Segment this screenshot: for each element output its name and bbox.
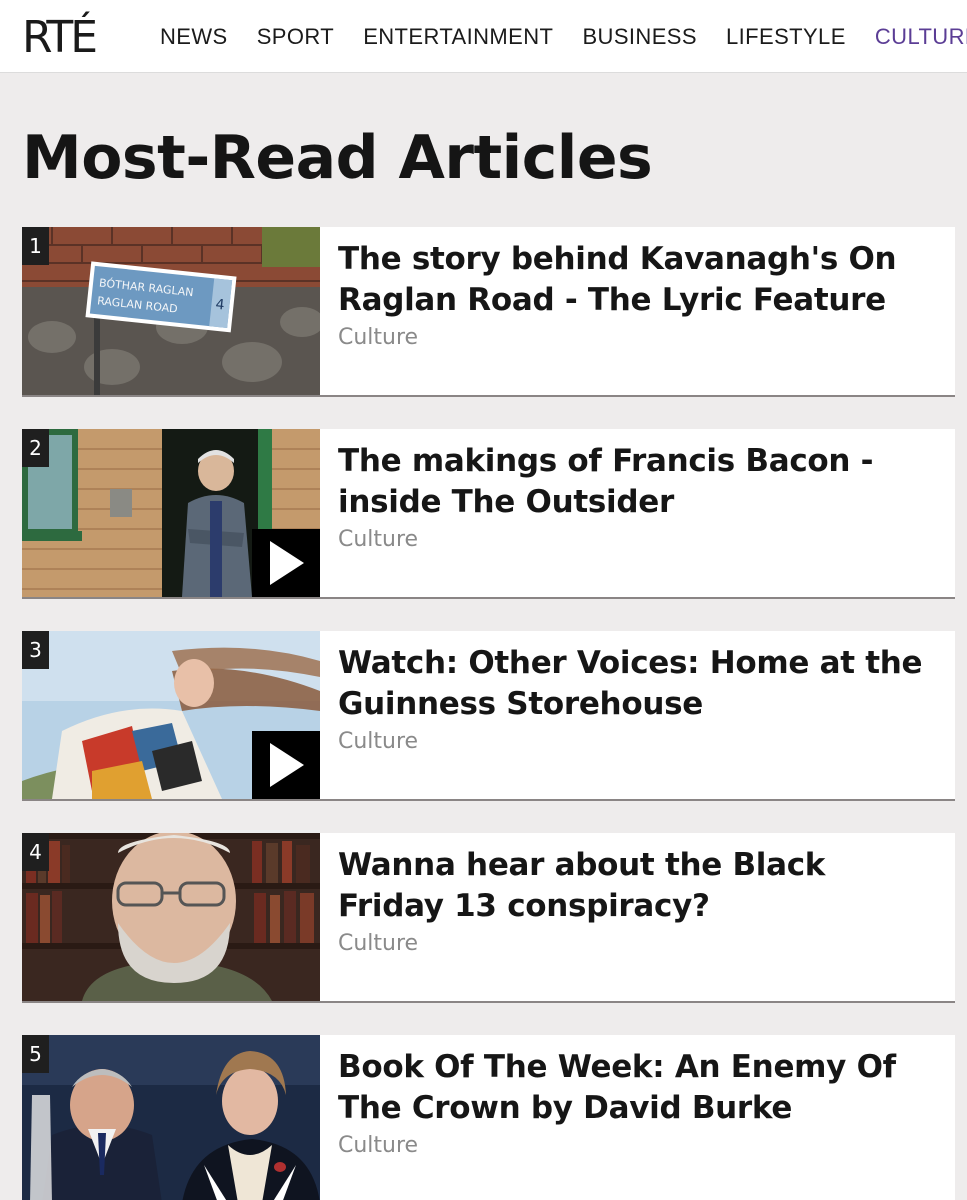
main-nav: NEWS SPORT ENTERTAINMENT BUSINESS LIFEST…: [160, 0, 967, 72]
svg-text:4: 4: [215, 297, 226, 314]
bearded-man-bookshelf-image: [22, 833, 320, 1001]
article-card-1[interactable]: BÓTHAR RAGLAN RAGLAN ROAD 4 1 The story …: [22, 227, 955, 397]
article-thumbnail[interactable]: 2: [22, 429, 320, 597]
raglan-road-sign-image: BÓTHAR RAGLAN RAGLAN ROAD 4: [22, 227, 320, 395]
play-icon: [270, 743, 304, 787]
article-category[interactable]: Culture: [338, 1133, 418, 1158]
article-title[interactable]: Wanna hear about the Black Friday 13 con…: [338, 845, 938, 927]
article-category[interactable]: Culture: [338, 931, 418, 956]
article-category[interactable]: Culture: [338, 325, 418, 350]
rank-badge: 5: [22, 1035, 49, 1073]
article-title[interactable]: Watch: Other Voices: Home at the Guinnes…: [338, 643, 938, 725]
article-thumbnail[interactable]: 3: [22, 631, 320, 799]
rte-logo[interactable]: RTÉ: [22, 10, 98, 66]
article-card-2[interactable]: 2 The makings of Francis Bacon - inside …: [22, 429, 955, 599]
article-card-3[interactable]: 3 Watch: Other Voices: Home at the Guinn…: [22, 631, 955, 801]
play-button[interactable]: [252, 529, 320, 597]
article-card-4[interactable]: 4 Wanna hear about the Black Friday 13 c…: [22, 833, 955, 1003]
article-thumbnail[interactable]: BÓTHAR RAGLAN RAGLAN ROAD 4 1: [22, 227, 320, 395]
politicians-photo-image: [22, 1035, 320, 1200]
article-thumbnail[interactable]: 4: [22, 833, 320, 1001]
article-category[interactable]: Culture: [338, 527, 418, 552]
page-title: Most-Read Articles: [22, 123, 653, 193]
article-title[interactable]: Book Of The Week: An Enemy Of The Crown …: [338, 1047, 938, 1129]
article-card-5[interactable]: 5 Book Of The Week: An Enemy Of The Crow…: [22, 1035, 955, 1200]
rank-badge: 1: [22, 227, 49, 265]
top-navigation-bar: RTÉ NEWS SPORT ENTERTAINMENT BUSINESS LI…: [0, 0, 967, 73]
play-icon: [270, 541, 304, 585]
nav-item-entertainment[interactable]: ENTERTAINMENT: [363, 0, 553, 72]
rank-badge: 2: [22, 429, 49, 467]
article-title[interactable]: The makings of Francis Bacon - inside Th…: [338, 441, 938, 523]
article-thumbnail[interactable]: 5: [22, 1035, 320, 1200]
nav-item-lifestyle[interactable]: LIFESTYLE: [726, 0, 846, 72]
nav-item-culture[interactable]: CULTURE: [875, 0, 967, 72]
nav-item-business[interactable]: BUSINESS: [582, 0, 696, 72]
rank-badge: 4: [22, 833, 49, 871]
rank-badge: 3: [22, 631, 49, 669]
play-button[interactable]: [252, 731, 320, 799]
article-category[interactable]: Culture: [338, 729, 418, 754]
article-title[interactable]: The story behind Kavanagh's On Raglan Ro…: [338, 239, 938, 321]
nav-item-sport[interactable]: SPORT: [257, 0, 334, 72]
nav-item-news[interactable]: NEWS: [160, 0, 228, 72]
